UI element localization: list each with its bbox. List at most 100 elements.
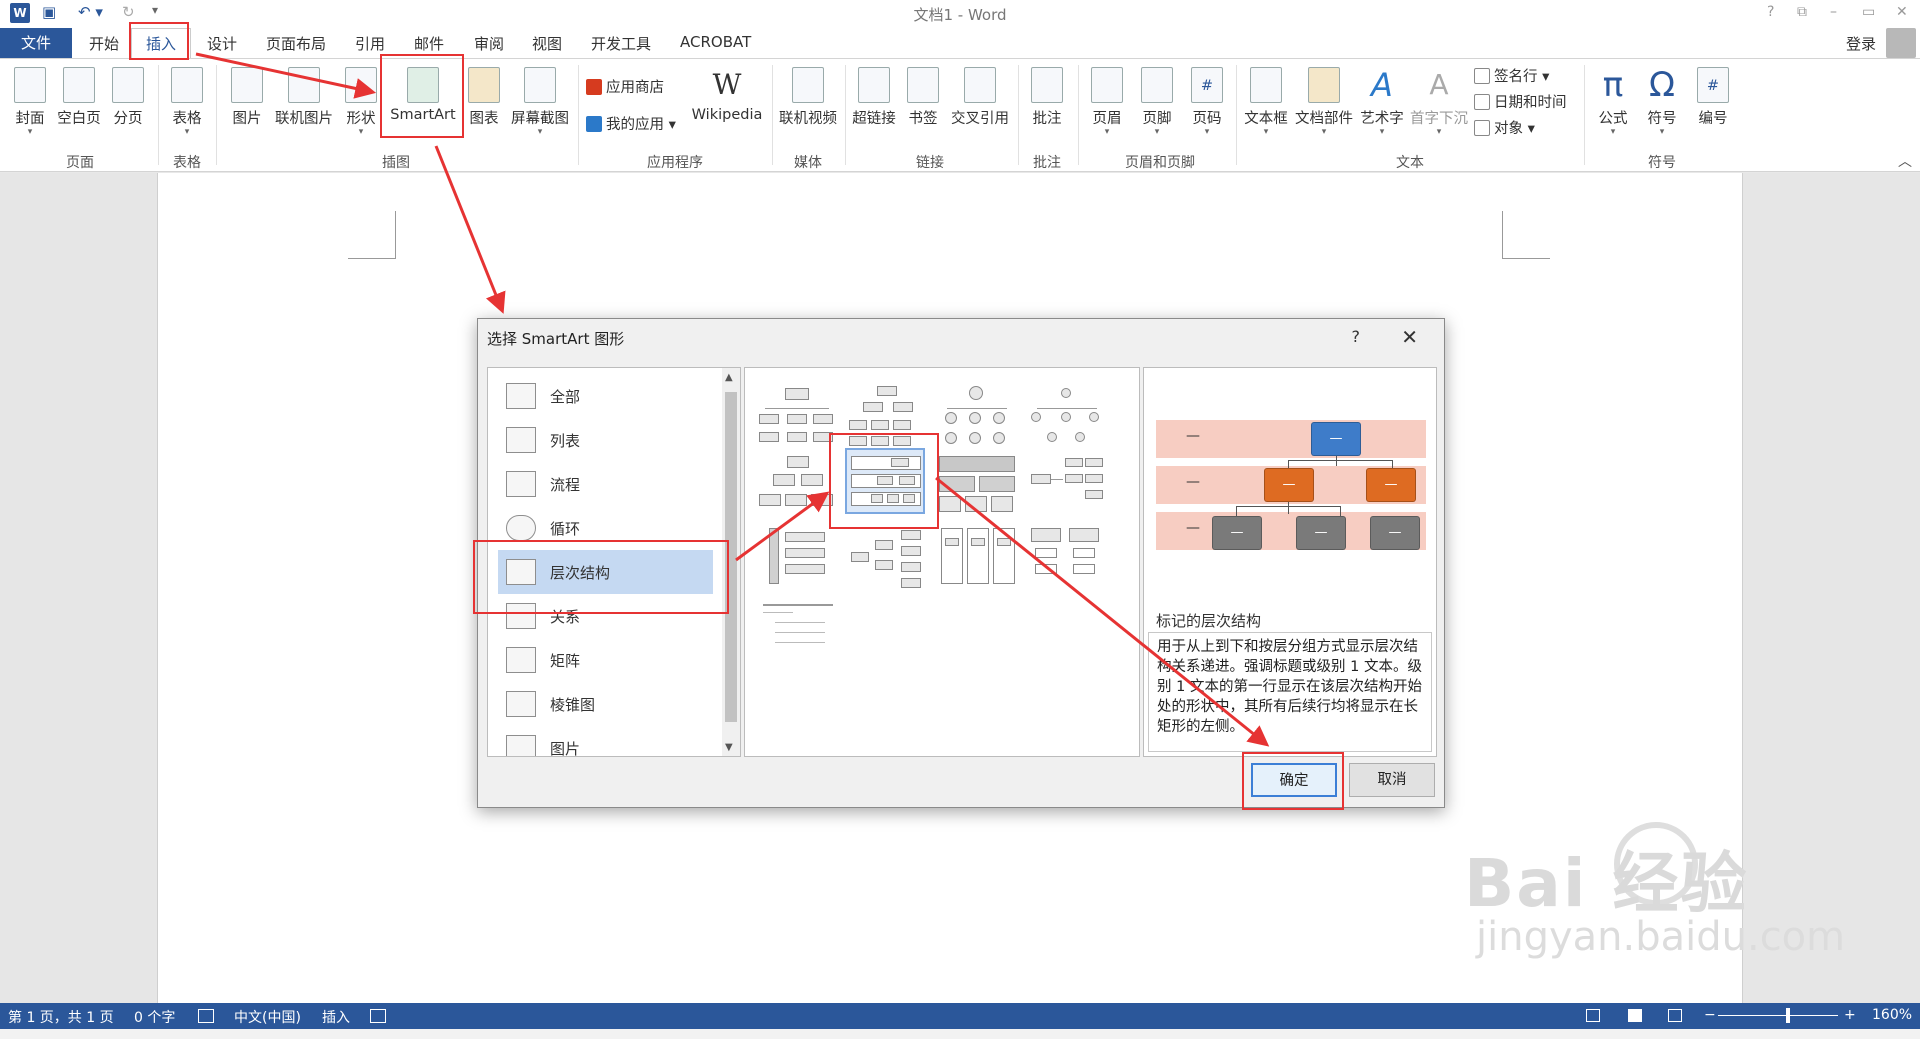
layout-thumbnail[interactable] <box>757 386 837 452</box>
wikipedia-button[interactable]: W Wikipedia <box>690 65 764 143</box>
tab-acrobat[interactable]: ACROBAT <box>680 33 751 51</box>
blank-page-button[interactable]: 空白页 <box>55 65 103 143</box>
proofing-icon[interactable] <box>198 1009 214 1023</box>
shapes-icon <box>345 67 377 103</box>
bookmark-button[interactable]: 书签 <box>903 65 943 143</box>
minimize-icon[interactable]: – <box>1830 4 1837 20</box>
footer-button[interactable]: 页脚 ▾ <box>1136 65 1178 143</box>
numbering-button[interactable]: # 编号 <box>1692 65 1734 143</box>
cross-reference-button[interactable]: 交叉引用 <box>948 65 1012 143</box>
quick-parts-button[interactable]: 文档部件 ▾ <box>1292 65 1356 143</box>
zoom-in-button[interactable]: + <box>1844 1007 1856 1023</box>
tab-home[interactable]: 开始 <box>89 33 119 54</box>
online-picture-button[interactable]: 联机图片 <box>272 65 336 143</box>
tab-view[interactable]: 视图 <box>532 33 562 54</box>
table-button[interactable]: 表格 ▾ <box>166 65 208 143</box>
hyperlink-button[interactable]: 超链接 <box>850 65 898 143</box>
screenshot-button[interactable]: 屏幕截图 ▾ <box>508 65 572 143</box>
layout-thumbnail[interactable] <box>937 526 1017 592</box>
scroll-down-icon[interactable]: ▼ <box>725 742 733 753</box>
calendar-icon <box>1474 94 1490 110</box>
help-icon[interactable]: ? <box>1767 4 1774 20</box>
category-item-list[interactable]: 列表 <box>498 418 713 462</box>
online-video-button[interactable]: 联机视频 <box>776 65 840 143</box>
date-time-button[interactable]: 日期和时间 <box>1474 91 1567 112</box>
ribbon-display-icon[interactable]: ⧉ <box>1797 4 1807 20</box>
tab-developer[interactable]: 开发工具 <box>591 33 651 54</box>
shapes-button[interactable]: 形状 ▾ <box>340 65 382 143</box>
tab-page-layout[interactable]: 页面布局 <box>266 33 326 54</box>
list-icon <box>506 427 536 453</box>
cancel-button[interactable]: 取消 <box>1349 763 1435 797</box>
wordart-button[interactable]: A 艺术字 ▾ <box>1358 65 1406 143</box>
my-apps-button[interactable]: 我的应用 ▾ <box>586 113 676 134</box>
layout-thumbnail[interactable] <box>1027 386 1107 452</box>
layout-thumbnail[interactable] <box>1027 454 1107 520</box>
category-item-pyramid[interactable]: 棱锥图 <box>498 682 713 726</box>
layout-thumbnail[interactable] <box>757 526 837 592</box>
avatar[interactable] <box>1886 28 1916 58</box>
scroll-up-icon[interactable]: ▲ <box>725 372 733 383</box>
dialog-close-icon[interactable]: ✕ <box>1401 325 1418 349</box>
quick-parts-icon <box>1308 67 1340 103</box>
picture-button[interactable]: 图片 <box>226 65 268 143</box>
dialog-help-icon[interactable]: ? <box>1352 327 1361 346</box>
page-count[interactable]: 第 1 页，共 1 页 <box>8 1007 114 1027</box>
category-item-all[interactable]: 全部 <box>498 374 713 418</box>
category-item-process[interactable]: 流程 <box>498 462 713 506</box>
layout-thumbnail[interactable] <box>757 454 837 520</box>
symbol-button[interactable]: Ω 符号 ▾ <box>1641 65 1683 143</box>
category-item-picture[interactable]: 图片 <box>498 726 713 756</box>
web-layout-icon[interactable] <box>1668 1009 1682 1022</box>
close-window-icon[interactable]: ✕ <box>1896 4 1908 20</box>
layout-thumbnail[interactable] <box>757 598 837 664</box>
tab-review[interactable]: 审阅 <box>474 33 504 54</box>
zoom-slider-thumb[interactable] <box>1786 1008 1790 1023</box>
text-box-button[interactable]: 文本框 ▾ <box>1242 65 1290 143</box>
tab-references[interactable]: 引用 <box>355 33 385 54</box>
online-picture-icon <box>288 67 320 103</box>
insert-mode[interactable]: 插入 <box>322 1007 350 1027</box>
group-apps-label: 应用程序 <box>647 155 703 171</box>
read-mode-icon[interactable] <box>1586 1009 1600 1022</box>
layout-thumbnail[interactable] <box>937 454 1017 520</box>
dialog-title: 选择 SmartArt 图形 <box>487 330 625 348</box>
page-number-button[interactable]: # 页码 ▾ <box>1186 65 1228 143</box>
maximize-icon[interactable]: ▭ <box>1862 4 1875 20</box>
zoom-level[interactable]: 160% <box>1872 1007 1912 1023</box>
signature-line-button[interactable]: 签名行 ▾ <box>1474 65 1549 86</box>
cover-page-button[interactable]: 封面 ▾ <box>10 65 50 143</box>
signature-icon <box>1474 68 1490 84</box>
app-store-button[interactable]: 应用商店 <box>586 76 664 97</box>
language[interactable]: 中文(中国) <box>234 1007 301 1027</box>
video-icon <box>792 67 824 103</box>
title-bar: W ▣ ↶ ▾ ↻ ▾ 文档1 - Word ? ⧉ – ▭ ✕ <box>0 0 1920 28</box>
hyperlink-icon <box>858 67 890 103</box>
drop-cap-button[interactable]: A 首字下沉 ▾ <box>1408 65 1470 143</box>
zoom-slider-track[interactable] <box>1718 1015 1838 1016</box>
layout-thumbnail[interactable] <box>847 526 927 592</box>
layout-thumbnail[interactable] <box>937 386 1017 452</box>
equation-button[interactable]: π 公式 ▾ <box>1592 65 1634 143</box>
header-button[interactable]: 页眉 ▾ <box>1086 65 1128 143</box>
layout-thumbnail[interactable] <box>1027 526 1107 592</box>
category-item-matrix[interactable]: 矩阵 <box>498 638 713 682</box>
comment-button[interactable]: 批注 <box>1026 65 1068 143</box>
pi-icon: π <box>1602 65 1624 105</box>
sign-in-link[interactable]: 登录 <box>1846 33 1876 54</box>
collapse-ribbon-icon[interactable]: ︿ <box>1898 151 1912 171</box>
picture-category-icon <box>506 735 536 756</box>
page-break-button[interactable]: 分页 <box>108 65 148 143</box>
print-layout-icon[interactable] <box>1628 1009 1642 1022</box>
group-tables-label: 表格 <box>173 155 201 171</box>
zoom-out-button[interactable]: − <box>1704 1007 1716 1023</box>
table-icon <box>171 67 203 103</box>
word-count[interactable]: 0 个字 <box>134 1007 175 1027</box>
macro-icon[interactable] <box>370 1009 386 1023</box>
tab-mailings[interactable]: 邮件 <box>414 33 444 54</box>
tab-design[interactable]: 设计 <box>207 33 237 54</box>
tab-file[interactable]: 文件 <box>0 28 72 58</box>
object-icon <box>1474 120 1490 136</box>
chart-button[interactable]: 图表 <box>464 65 504 143</box>
object-button[interactable]: 对象 ▾ <box>1474 117 1535 138</box>
